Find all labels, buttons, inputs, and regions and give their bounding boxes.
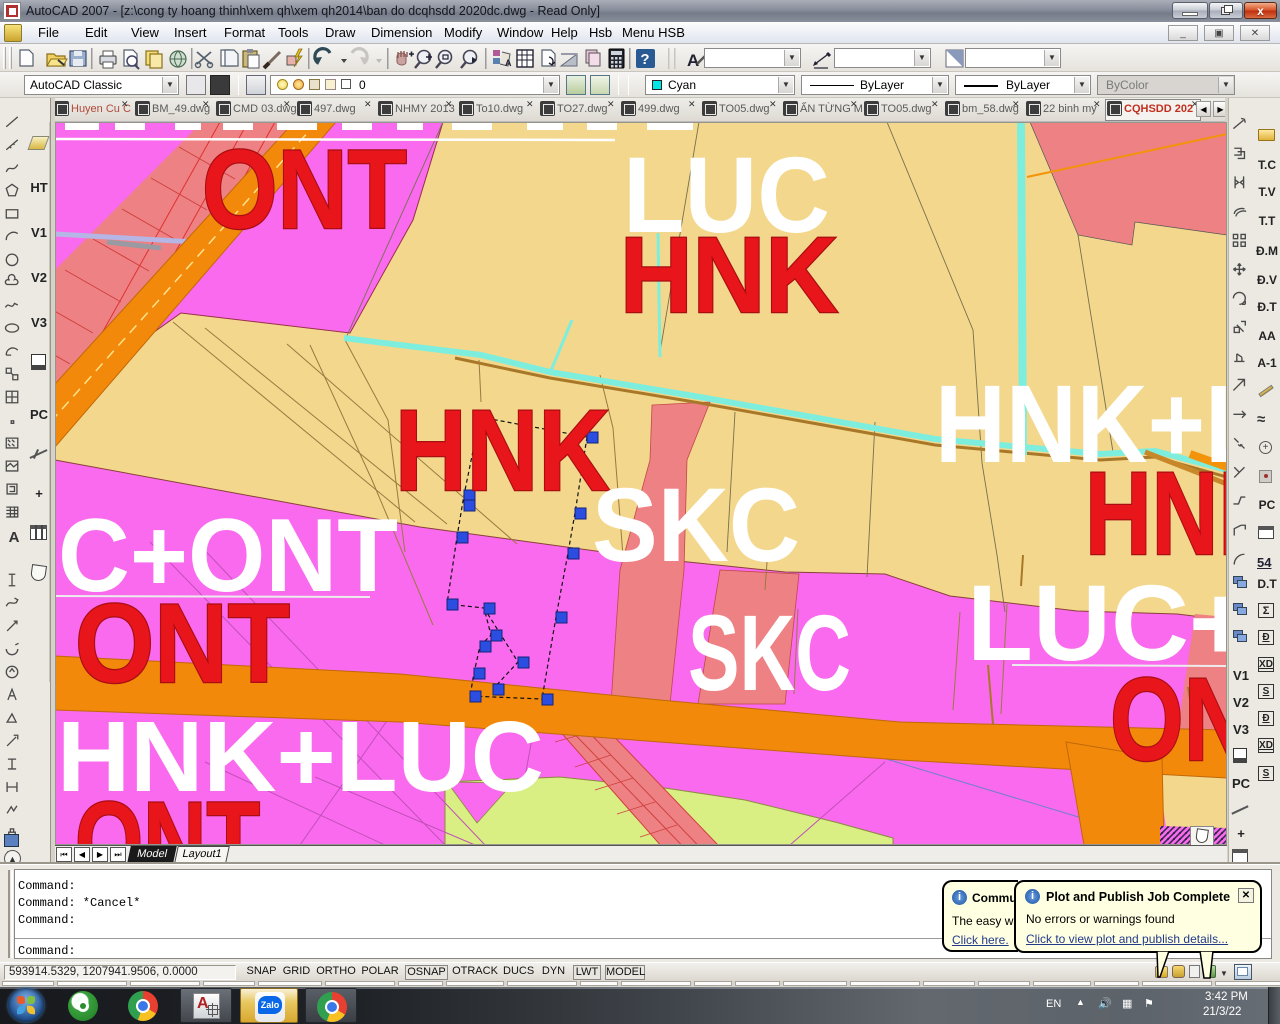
svg-text:A: A xyxy=(687,51,699,70)
svg-text:A: A xyxy=(505,58,512,68)
svg-text:SKC: SKC xyxy=(592,467,800,584)
svg-text:ONT: ONT xyxy=(1110,654,1227,786)
svg-text:HNK: HNK xyxy=(395,387,610,515)
svg-text:SKC: SKC xyxy=(688,592,851,713)
svg-text:HNK+LUC: HNK+LUC xyxy=(57,701,544,813)
svg-text:HNK: HNK xyxy=(620,214,838,335)
svg-text:C+ONT: C+ONT xyxy=(58,498,398,614)
svg-text:A: A xyxy=(9,529,20,546)
svg-text:ONT: ONT xyxy=(202,127,407,252)
svg-text:?: ? xyxy=(640,51,649,68)
svg-text:HNK+L: HNK+L xyxy=(935,363,1227,486)
